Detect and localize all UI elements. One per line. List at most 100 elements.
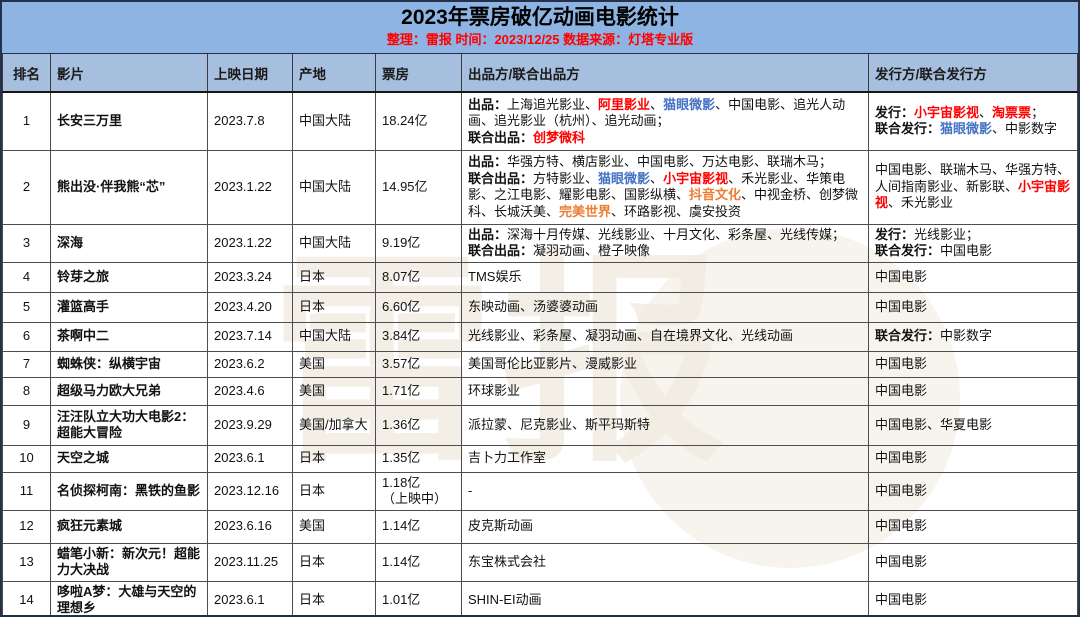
cell-origin: 日本 — [293, 581, 376, 617]
cell-film: 深海 — [51, 224, 208, 262]
cell-film: 名侦探柯南：黑铁的鱼影 — [51, 472, 208, 510]
text-segment: 中国电影、华夏电影 — [875, 417, 992, 432]
cell-origin: 中国大陆 — [293, 224, 376, 262]
cell-origin: 美国 — [293, 377, 376, 405]
cell-distributors: 中国电影 — [869, 445, 1078, 472]
cell-film: 疯狂元素城 — [51, 510, 208, 543]
table-row: 4铃芽之旅2023.3.24日本8.07亿TMS娱乐中国电影 — [3, 262, 1078, 292]
text-segment: 猫眼微影 — [598, 171, 650, 186]
cell-release-date: 2023.9.29 — [208, 405, 293, 445]
column-header-boxoffice: 票房 — [376, 54, 462, 92]
text-segment: 猫眼微影 — [940, 121, 992, 136]
text-segment: TMS娱乐 — [468, 269, 521, 284]
cell-origin: 日本 — [293, 472, 376, 510]
page-title: 2023年票房破亿动画电影统计 — [2, 5, 1078, 31]
cell-distributors: 中国电影、华夏电影 — [869, 405, 1078, 445]
cell-rank: 3 — [3, 224, 51, 262]
cell-box-office: 14.95亿 — [376, 150, 462, 224]
text-segment: 发行： — [875, 227, 914, 242]
cell-producers: 出品：华强方特、横店影业、中国电影、万达电影、联瑞木马； 联合出品：方特影业、猫… — [462, 150, 869, 224]
cell-producers: 环球影业 — [462, 377, 869, 405]
cell-producers: 吉卜力工作室 — [462, 445, 869, 472]
cell-release-date: 2023.6.16 — [208, 510, 293, 543]
cell-origin: 美国 — [293, 351, 376, 377]
text-segment: 中影数字 — [940, 328, 992, 343]
cell-film: 铃芽之旅 — [51, 262, 208, 292]
movies-table: 排名 影片 上映日期 产地 票房 出品方/联合出品方 发行方/联合发行方 1长安… — [2, 54, 1078, 617]
table-row: 5灌篮高手2023.4.20日本6.60亿东映动画、汤婆婆动画中国电影 — [3, 292, 1078, 322]
cell-producers: 出品：深海十月传媒、光线影业、十月文化、彩条屋、光线传媒； 联合出品：凝羽动画、… — [462, 224, 869, 262]
text-segment: 深海十月传媒、光线影业、十月文化、彩条屋、光线传媒； — [507, 227, 845, 242]
cell-film: 茶啊中二 — [51, 322, 208, 351]
text-segment: 光线影业、彩条屋、凝羽动画、自在境界文化、光线动画 — [468, 328, 793, 343]
cell-producers: SHIN-EI动画 — [462, 581, 869, 617]
text-segment: 出品： — [468, 154, 507, 169]
header-row: 排名 影片 上映日期 产地 票房 出品方/联合出品方 发行方/联合发行方 — [3, 54, 1078, 92]
cell-producers: 东宝株式会社 — [462, 543, 869, 581]
text-segment: 联合发行： — [875, 243, 940, 258]
table-row: 6茶啊中二2023.7.14中国大陆3.84亿光线影业、彩条屋、凝羽动画、自在境… — [3, 322, 1078, 351]
cell-rank: 6 — [3, 322, 51, 351]
cell-release-date: 2023.6.1 — [208, 581, 293, 617]
text-segment: 联合出品： — [468, 171, 533, 186]
cell-rank: 5 — [3, 292, 51, 322]
text-segment: 、 — [650, 171, 663, 186]
text-segment: 中国电影 — [875, 269, 927, 284]
text-segment: 中国电影 — [875, 592, 927, 607]
cell-producers: TMS娱乐 — [462, 262, 869, 292]
table-row: 9汪汪队立大功大电影2：超能大冒险2023.9.29美国/加拿大1.36亿派拉蒙… — [3, 405, 1078, 445]
cell-film: 蜘蛛侠：纵横宇宙 — [51, 351, 208, 377]
title-band: 2023年票房破亿动画电影统计 整理：雷报 时间：2023/12/25 数据来源… — [2, 2, 1078, 54]
cell-rank: 4 — [3, 262, 51, 292]
text-segment: 抖音文化 — [689, 187, 741, 202]
text-segment: 中国电影 — [875, 356, 927, 371]
column-header-distributors: 发行方/联合发行方 — [869, 54, 1078, 92]
table-row: 7蜘蛛侠：纵横宇宙2023.6.2美国3.57亿美国哥伦比亚影片、漫威影业中国电… — [3, 351, 1078, 377]
cell-producers: - — [462, 472, 869, 510]
cell-release-date: 2023.11.25 — [208, 543, 293, 581]
cell-distributors: 中国电影 — [869, 543, 1078, 581]
text-segment: 小宇宙影视 — [663, 171, 728, 186]
cell-release-date: 2023.3.24 — [208, 262, 293, 292]
text-segment: 、中影数字 — [992, 121, 1057, 136]
cell-producers: 美国哥伦比亚影片、漫威影业 — [462, 351, 869, 377]
table-row: 3深海2023.1.22中国大陆9.19亿出品：深海十月传媒、光线影业、十月文化… — [3, 224, 1078, 262]
text-segment: SHIN-EI动画 — [468, 592, 542, 607]
cell-distributors: 中国电影 — [869, 377, 1078, 405]
cell-box-office: 1.35亿 — [376, 445, 462, 472]
cell-film: 超级马力欧大兄弟 — [51, 377, 208, 405]
cell-distributors: 中国电影 — [869, 510, 1078, 543]
text-segment: 、 — [650, 97, 663, 112]
text-segment: 联合出品： — [468, 243, 533, 258]
cell-release-date: 2023.1.22 — [208, 224, 293, 262]
table-row: 12疯狂元素城2023.6.16美国1.14亿皮克斯动画中国电影 — [3, 510, 1078, 543]
cell-box-office: 3.84亿 — [376, 322, 462, 351]
text-segment: 中国电影 — [875, 554, 927, 569]
box-office-sheet: 雷报 2023年票房破亿动画电影统计 整理：雷报 时间：2023/12/25 数… — [0, 0, 1080, 617]
cell-box-office: 1.18亿 （上映中） — [376, 472, 462, 510]
cell-film: 灌篮高手 — [51, 292, 208, 322]
cell-rank: 2 — [3, 150, 51, 224]
cell-box-office: 1.14亿 — [376, 510, 462, 543]
text-segment: 猫眼微影 — [663, 97, 715, 112]
text-segment: 联合发行： — [875, 121, 940, 136]
cell-film: 蜡笔小新：新次元！超能力大决战 — [51, 543, 208, 581]
cell-origin: 中国大陆 — [293, 150, 376, 224]
text-segment: 东宝株式会社 — [468, 554, 546, 569]
table-body: 1长安三万里2023.7.8中国大陆18.24亿出品：上海追光影业、阿里影业、猫… — [3, 92, 1078, 617]
table-row: 8超级马力欧大兄弟2023.4.6美国1.71亿环球影业中国电影 — [3, 377, 1078, 405]
cell-film: 天空之城 — [51, 445, 208, 472]
cell-release-date: 2023.4.20 — [208, 292, 293, 322]
text-segment: 派拉蒙、尼克影业、斯平玛斯特 — [468, 417, 650, 432]
text-segment: 方特影业、 — [533, 171, 598, 186]
text-segment: 联合发行： — [875, 328, 940, 343]
text-segment: 凝羽动画、橙子映像 — [533, 243, 650, 258]
cell-origin: 日本 — [293, 292, 376, 322]
cell-producers: 出品：上海追光影业、阿里影业、猫眼微影、中国电影、追光人动画、追光影业（杭州）、… — [462, 92, 869, 150]
cell-box-office: 1.36亿 — [376, 405, 462, 445]
cell-rank: 12 — [3, 510, 51, 543]
text-segment: 吉卜力工作室 — [468, 450, 546, 465]
text-segment: 光线影业； — [914, 227, 979, 242]
cell-distributors: 中国电影 — [869, 581, 1078, 617]
table-row: 14哆啦A梦：大雄与天空的理想乡2023.6.1日本1.01亿SHIN-EI动画… — [3, 581, 1078, 617]
